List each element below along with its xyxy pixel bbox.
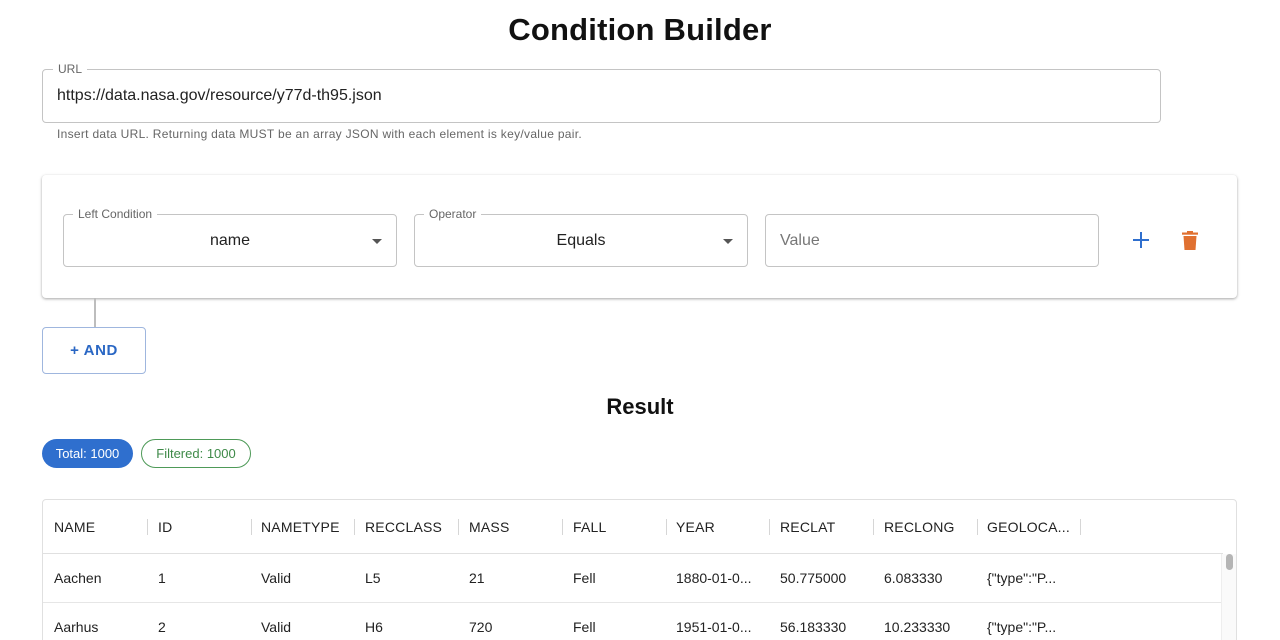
- table-row[interactable]: Aachen 1 Valid L5 21 Fell 1880-01-0... 5…: [43, 554, 1221, 603]
- column-header-mass[interactable]: MASS: [458, 500, 562, 554]
- column-header-reclong[interactable]: RECLONG: [873, 500, 977, 554]
- chevron-down-icon: [372, 239, 382, 244]
- value-input[interactable]: Value: [765, 214, 1099, 267]
- table-cell: {"type":"P...: [987, 570, 1057, 586]
- table-cell: Aachen: [54, 570, 102, 586]
- column-header-fall[interactable]: FALL: [562, 500, 666, 554]
- value-input-placeholder: Value: [780, 232, 820, 249]
- operator-label: Operator: [424, 207, 482, 221]
- operator-select[interactable]: Operator Equals: [414, 207, 748, 267]
- table-cell: Valid: [261, 570, 292, 586]
- total-chip: Total: 1000: [42, 439, 133, 468]
- left-condition-value: name: [209, 232, 251, 249]
- url-input[interactable]: https://data.nasa.gov/resource/y77d-th95…: [57, 87, 382, 105]
- table-row[interactable]: Aarhus 2 Valid H6 720 Fell 1951-01-0... …: [43, 603, 1221, 640]
- condition-card: Left Condition name Operator Equals Valu…: [42, 175, 1237, 298]
- table-cell: 1951-01-0...: [676, 619, 752, 635]
- table-cell: Aarhus: [54, 619, 99, 635]
- column-separator[interactable]: [1080, 519, 1081, 535]
- table-cell: 2: [158, 619, 166, 635]
- chevron-down-icon: [723, 239, 733, 244]
- table-cell: L5: [365, 570, 381, 586]
- table-cell: Valid: [261, 619, 292, 635]
- trash-icon: [1182, 230, 1198, 250]
- column-header-nametype[interactable]: NAMETYPE: [250, 500, 354, 554]
- table-cell: 720: [469, 619, 493, 635]
- table-cell: 1880-01-0...: [676, 570, 752, 586]
- table-cell: Fell: [573, 570, 596, 586]
- operator-value: Equals: [556, 232, 606, 249]
- scrollbar-thumb[interactable]: [1226, 554, 1233, 570]
- result-title: Result: [606, 394, 674, 419]
- result-table: NAME ID NAMETYPE RECCLASS MASS FALL YEAR…: [42, 499, 1237, 640]
- page-title: Condition Builder: [508, 12, 772, 47]
- condition-connector-line: [94, 298, 96, 327]
- column-header-recclass[interactable]: RECCLASS: [354, 500, 458, 554]
- table-cell: 56.183330: [780, 619, 847, 635]
- table-cell: 50.775000: [780, 570, 847, 586]
- table-header: NAME ID NAMETYPE RECCLASS MASS FALL YEAR…: [43, 500, 1223, 554]
- add-condition-button[interactable]: [1123, 222, 1159, 258]
- url-helper-text: Insert data URL. Returning data MUST be …: [57, 127, 583, 141]
- column-header-reclat[interactable]: RECLAT: [769, 500, 873, 554]
- url-field-label: URL: [53, 62, 88, 76]
- table-cell: 1: [158, 570, 166, 586]
- table-cell: {"type":"P...: [987, 619, 1057, 635]
- table-cell: 6.083330: [884, 570, 943, 586]
- column-header-id[interactable]: ID: [147, 500, 251, 554]
- column-header-geolocation[interactable]: GEOLOCA...: [976, 500, 1080, 554]
- column-header-name[interactable]: NAME: [43, 500, 147, 554]
- table-cell: Fell: [573, 619, 596, 635]
- table-cell: H6: [365, 619, 383, 635]
- left-condition-label: Left Condition: [73, 207, 158, 221]
- table-cell: 21: [469, 570, 485, 586]
- url-field[interactable]: URL https://data.nasa.gov/resource/y77d-…: [42, 62, 1161, 123]
- plus-icon: [1133, 232, 1149, 248]
- vertical-scrollbar[interactable]: [1221, 554, 1236, 640]
- filtered-chip: Filtered: 1000: [141, 439, 251, 468]
- delete-condition-button[interactable]: [1172, 222, 1208, 258]
- add-and-button[interactable]: + AND: [42, 327, 146, 374]
- column-header-year[interactable]: YEAR: [665, 500, 769, 554]
- table-cell: 10.233330: [884, 619, 951, 635]
- left-condition-select[interactable]: Left Condition name: [63, 207, 397, 267]
